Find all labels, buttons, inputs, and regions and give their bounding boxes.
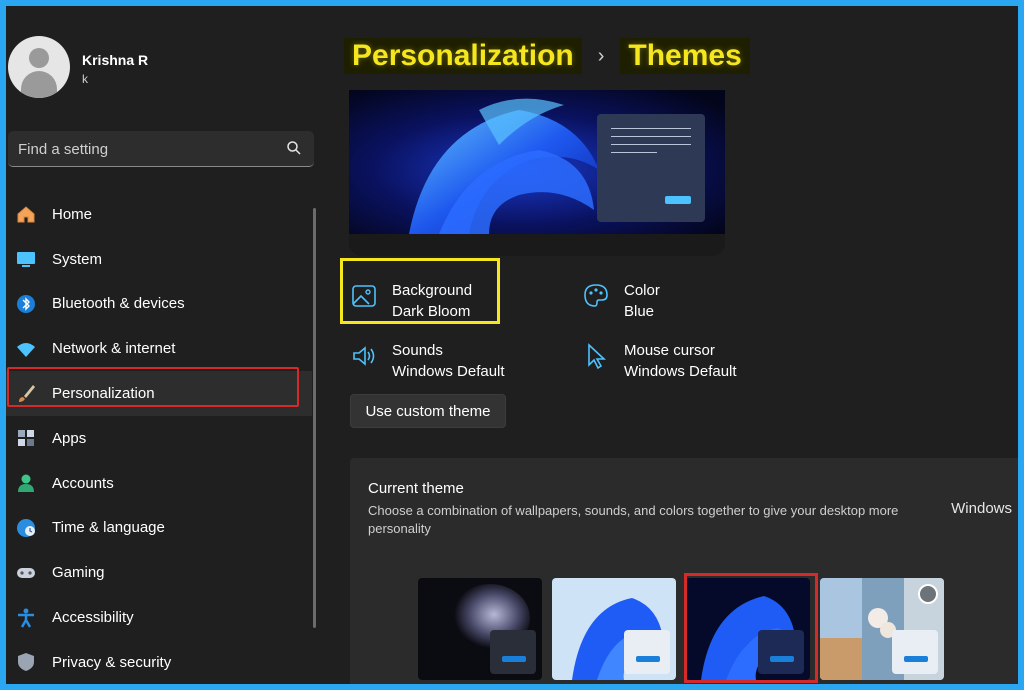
theme-thumb-spotlight[interactable] <box>820 578 944 680</box>
sidebar-item-label: Network & internet <box>52 340 176 358</box>
current-theme-title: Current theme <box>368 480 464 497</box>
globe-icon <box>14 516 38 540</box>
home-icon <box>14 202 38 226</box>
sidebar-nav: Home System Bluetooth & devices Network … <box>6 192 312 684</box>
background-value: Dark Bloom <box>392 303 471 320</box>
settings-window: Krishna R k Home System Bluetooth & <box>6 6 1018 684</box>
sample-taskbar <box>349 234 725 256</box>
theme-thumb-dark-bloom[interactable] <box>686 578 810 680</box>
system-icon <box>14 247 38 271</box>
user-name: Krishna R <box>82 52 149 68</box>
avatar <box>8 36 70 98</box>
sidebar-item-system[interactable]: System <box>6 237 312 282</box>
sidebar-item-label: Gaming <box>52 564 105 582</box>
sidebar-item-personalization[interactable]: Personalization <box>6 371 312 416</box>
breadcrumb: Personalization › Themes <box>344 36 750 76</box>
wifi-icon <box>14 337 38 361</box>
sidebar-item-label: Privacy & security <box>52 653 172 671</box>
cursor-icon <box>588 343 607 370</box>
sidebar-item-label: Accounts <box>52 474 114 492</box>
theme-thumb-dark-glow[interactable] <box>418 578 542 680</box>
search-input[interactable] <box>16 131 280 167</box>
sidebar-item-home[interactable]: Home <box>6 192 312 237</box>
sidebar-item-label: Personalization <box>52 385 155 403</box>
mouse-cursor-value: Windows Default <box>624 363 737 380</box>
user-account: k <box>82 72 88 86</box>
bluetooth-icon <box>14 292 38 316</box>
page-title: Themes <box>620 38 750 74</box>
spotlight-camera-icon <box>918 584 938 604</box>
theme-thumb-preview <box>758 630 804 674</box>
sidebar-item-accessibility[interactable]: Accessibility <box>6 595 312 640</box>
speaker-icon <box>353 346 375 366</box>
theme-thumb-preview <box>892 630 938 674</box>
sidebar-item-label: Bluetooth & devices <box>52 295 185 313</box>
sounds-value: Windows Default <box>392 363 505 380</box>
sounds-title: Sounds <box>392 342 443 359</box>
color-title: Color <box>624 282 660 299</box>
current-theme-card: Current theme Choose a combination of wa… <box>350 458 1018 684</box>
sample-window <box>597 114 705 222</box>
shield-icon <box>14 650 38 674</box>
color-value: Blue <box>624 303 655 320</box>
accounts-icon <box>14 471 38 495</box>
breadcrumb-personalization[interactable]: Personalization <box>344 38 582 74</box>
sidebar-item-label: Accessibility <box>52 609 134 627</box>
sidebar-item-accounts[interactable]: Accounts <box>6 461 312 506</box>
sidebar-item-privacy-security[interactable]: Privacy & security <box>6 640 312 684</box>
color-option[interactable]: Color Blue <box>582 280 660 322</box>
image-icon <box>352 285 376 307</box>
breadcrumb-separator: › <box>597 44 605 67</box>
use-custom-theme-button[interactable]: Use custom theme <box>350 394 506 428</box>
sidebar-item-label: Home <box>52 205 93 223</box>
sidebar-scrollbar[interactable] <box>313 208 316 628</box>
theme-thumb-preview <box>490 630 536 674</box>
user-profile[interactable]: Krishna R k <box>6 34 306 110</box>
sounds-option[interactable]: Sounds Windows Default <box>350 340 505 382</box>
background-option[interactable]: Background Dark Bloom <box>350 280 472 322</box>
search-box <box>8 131 314 167</box>
theme-thumb-light-bloom[interactable] <box>552 578 676 680</box>
sample-accent-button <box>665 196 691 204</box>
current-theme-description: Choose a combination of wallpapers, soun… <box>368 503 899 536</box>
sidebar-item-label: Apps <box>52 429 87 447</box>
mouse-cursor-option[interactable]: Mouse cursor Windows Default <box>582 340 737 382</box>
accessibility-icon <box>14 606 38 630</box>
sidebar-item-bluetooth[interactable]: Bluetooth & devices <box>6 282 312 327</box>
sidebar-item-network[interactable]: Network & internet <box>6 326 312 371</box>
current-theme-value: Windows <box>951 500 1012 517</box>
sidebar-item-label: System <box>52 250 103 268</box>
background-title: Background <box>392 282 473 299</box>
sidebar-item-apps[interactable]: Apps <box>6 416 312 461</box>
search-icon[interactable] <box>286 140 302 156</box>
sidebar-item-label: Time & language <box>52 519 165 537</box>
mouse-cursor-title: Mouse cursor <box>624 342 715 359</box>
palette-icon <box>584 284 608 307</box>
gamepad-icon <box>14 561 38 585</box>
brush-icon <box>14 382 38 406</box>
sidebar-item-time-language[interactable]: Time & language <box>6 506 312 551</box>
sidebar-item-gaming[interactable]: Gaming <box>6 550 312 595</box>
theme-thumb-preview <box>624 630 670 674</box>
theme-preview <box>349 90 725 256</box>
apps-icon <box>14 426 38 450</box>
